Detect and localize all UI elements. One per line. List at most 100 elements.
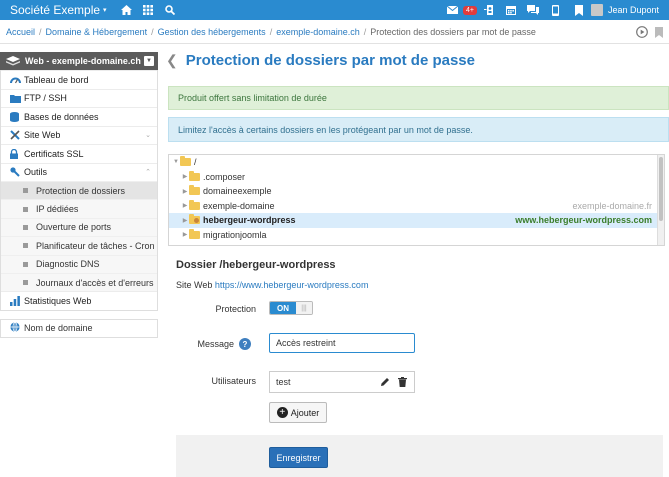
help-icon[interactable]: ? (239, 338, 251, 350)
sidebar-subitem-label: Diagnostic DNS (36, 259, 100, 270)
scrollbar[interactable] (657, 155, 664, 245)
add-user-button[interactable]: + Ajouter (269, 402, 327, 423)
home-icon[interactable] (115, 0, 137, 20)
folder-icon (189, 185, 200, 196)
sidebar-item-ssl[interactable]: Certificats SSL (1, 144, 157, 163)
breadcrumb-hebergements[interactable]: Gestion des hébergements (158, 27, 266, 37)
scrollbar-thumb[interactable] (659, 157, 663, 221)
user-name[interactable]: Jean Dupont (608, 5, 659, 15)
breadcrumb-home[interactable]: Accueil (6, 27, 35, 37)
caret-right-icon[interactable]: ▶ (181, 173, 189, 180)
add-user-label: Ajouter (290, 407, 320, 418)
plus-circle-icon: + (276, 407, 288, 418)
tree-node-domain: exemple-domaine.fr (572, 200, 652, 211)
calendar-icon[interactable] (501, 0, 521, 20)
sidebar-subitem-logs[interactable]: Journaux d'accès et d'erreurs (1, 272, 157, 292)
hosting-selector[interactable]: Web - exemple-domaine.ch ▼ (0, 52, 158, 70)
sidebar-subitem-label: Journaux d'accès et d'erreurs (36, 277, 154, 288)
sidebar-item-ftp[interactable]: FTP / SSH (1, 88, 157, 108)
caret-right-icon[interactable]: ▶ (181, 217, 189, 224)
tree-node-domain: www.hebergeur-wordpress.com (515, 215, 652, 226)
chart-icon (10, 296, 24, 307)
chevron-down-icon: ⌄ (145, 132, 151, 140)
tree-node-label: / (194, 157, 197, 168)
pencil-icon[interactable] (380, 377, 390, 387)
caret-down-icon[interactable]: ▼ (172, 159, 180, 165)
sidebar-subitem-label: Protection de dossiers (36, 185, 126, 196)
sidebar-item-label: Tableau de bord (24, 74, 89, 85)
chevron-left-icon[interactable]: ❮ (166, 52, 178, 69)
sidebar-item-label: Outils (24, 167, 48, 178)
caret-right-icon[interactable]: ▶ (181, 188, 189, 195)
sidebar-item-dashboard[interactable]: Tableau de bord (1, 70, 157, 89)
hosting-name: Web - exemple-domaine.ch (25, 56, 141, 66)
sidebar-item-label: Statistiques Web (24, 296, 92, 307)
sidebar-subitem-ports[interactable]: Ouverture de ports (1, 217, 157, 237)
sidebar-subitem-ip[interactable]: IP dédiées (1, 199, 157, 218)
tree-node-label: hebergeur-wordpress (203, 215, 296, 226)
bookmark-icon[interactable] (655, 26, 663, 40)
tree-node[interactable]: ▶ .composer (169, 170, 664, 185)
sidebar-item-outils[interactable]: Outils ⌃ (1, 162, 157, 182)
apps-grid-icon[interactable] (137, 0, 159, 20)
sidebar-subitem-label: IP dédiées (36, 204, 79, 215)
tree-node[interactable]: ▶ domaineexemple (169, 184, 664, 199)
breadcrumb-domain[interactable]: exemple-domaine.ch (276, 27, 360, 37)
chevron-up-icon: ⌃ (145, 169, 151, 177)
avatar[interactable] (590, 4, 603, 16)
bullet-icon (23, 243, 28, 249)
sidebar-item-domain[interactable]: Nom de domaine (0, 318, 158, 338)
bookmark-icon[interactable] (567, 0, 591, 20)
breadcrumb: Accueil / Domaine & Hébergement / Gestion … (0, 20, 669, 44)
caret-right-icon[interactable]: ▶ (181, 231, 189, 238)
tree-node-selected[interactable]: ▶ hebergeur-wordpress www.hebergeur-word… (169, 213, 664, 228)
user-plus-icon[interactable] (477, 0, 501, 20)
tree-root[interactable]: ▼ / (169, 155, 664, 170)
sidebar-item-label: Site Web (24, 130, 61, 141)
play-icon[interactable] (636, 26, 648, 40)
sidebar-subitem-protection[interactable]: Protection de dossiers (1, 181, 157, 200)
bullet-icon (23, 280, 28, 286)
chat-icon[interactable] (521, 0, 545, 20)
sidebar-subitem-cron[interactable]: Planificateur de tâches - Cron (1, 236, 157, 255)
caret-right-icon[interactable]: ▶ (181, 202, 189, 209)
save-button[interactable]: Enregistrer (269, 447, 328, 468)
site-label: Site Web (176, 280, 213, 290)
sidebar-item-databases[interactable]: Bases de données (1, 107, 157, 126)
message-input[interactable] (269, 333, 415, 353)
sidebar-item-label: FTP / SSH (24, 93, 67, 104)
tree-node[interactable]: ▶ exemple-domaine exemple-domaine.fr (169, 199, 664, 214)
trash-icon[interactable] (398, 377, 407, 387)
lock-icon (10, 148, 24, 159)
notification-badge: 4+ (462, 5, 477, 15)
tree-node[interactable]: ▶ migrationjoomla (169, 228, 664, 243)
sidebar-item-label: Bases de données (24, 111, 99, 122)
sidebar-item-label: Nom de domaine (24, 323, 93, 334)
folder-heading: Dossier /hebergeur-wordpress (176, 259, 336, 271)
sidebar-menu: Tableau de bord FTP / SSH Bases de donné… (0, 70, 158, 311)
protection-label: Protection (215, 304, 256, 314)
folder-icon (189, 170, 200, 181)
breadcrumb-domaine[interactable]: Domaine & Hébergement (46, 27, 148, 37)
toggle-grip-icon: ||| (296, 302, 312, 314)
sidebar-item-label: Certificats SSL (24, 148, 84, 159)
sidebar-subitem-dns[interactable]: Diagnostic DNS (1, 254, 157, 273)
save-label: Enregistrer (276, 452, 321, 463)
mobile-icon[interactable] (545, 0, 567, 20)
page-title: Protection de dossiers par mot de passe (185, 52, 475, 69)
chevron-down-icon[interactable]: ▼ (144, 56, 154, 66)
locked-folder-icon (189, 214, 200, 225)
site-link[interactable]: https://www.hebergeur-wordpress.com (215, 280, 369, 290)
mail-icon[interactable] (446, 0, 460, 20)
protection-toggle[interactable]: ON ||| (269, 301, 313, 315)
form-footer: Enregistrer (176, 435, 663, 477)
sidebar-item-site-web[interactable]: Site Web ⌄ (1, 125, 157, 145)
toggle-on-label: ON (270, 302, 296, 314)
breadcrumb-current: Protection des dossiers par mot de passe (370, 26, 536, 37)
sidebar-item-stats[interactable]: Statistiques Web (1, 291, 157, 310)
brand-menu[interactable]: Société Exemple ▾ (0, 3, 115, 17)
bullet-icon (23, 261, 28, 267)
sidebar-subitem-label: Planificateur de tâches - Cron (36, 240, 155, 251)
search-icon[interactable] (159, 0, 181, 20)
database-icon (10, 111, 24, 122)
